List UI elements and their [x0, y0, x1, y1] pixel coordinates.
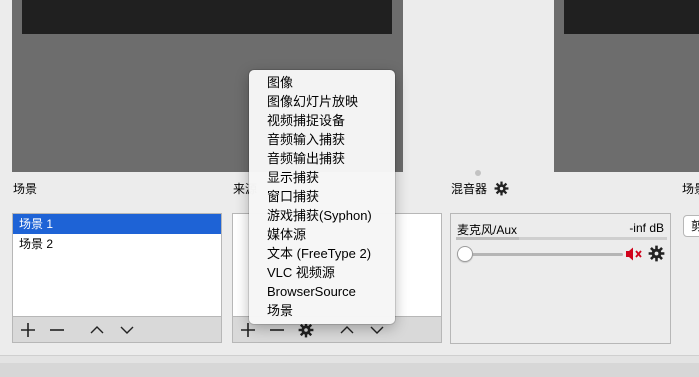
mixer-panel: 麦克风/Aux -inf dB	[450, 213, 671, 344]
program-source-region	[564, 0, 699, 34]
mixer-level-readout: -inf dB	[629, 221, 664, 235]
menu-item-video-capture-device[interactable]: 视频捕捉设备	[249, 111, 395, 130]
volume-slider-track[interactable]	[463, 253, 623, 256]
mixer-channel-gear-icon[interactable]	[648, 245, 665, 265]
menu-item-vlc-video-source[interactable]: VLC 视频源	[249, 263, 395, 282]
menu-item-audio-output-capture[interactable]: 音频输出捕获	[249, 149, 395, 168]
menu-item-display-capture[interactable]: 显示捕获	[249, 168, 395, 187]
move-scene-down-chevron-icon[interactable]	[117, 320, 137, 340]
splitter-handle[interactable]	[475, 170, 481, 176]
menu-item-scene[interactable]: 场景	[249, 301, 395, 320]
scenes-dock-title: 场景	[13, 182, 38, 196]
mixer-dock-title: 混音器	[451, 180, 509, 199]
add-source-menu: 图像 图像幻灯片放映 视频捕捉设备 音频输入捕获 音频输出捕获 显示捕获 窗口捕…	[249, 70, 395, 324]
menu-item-media-source[interactable]: 媒体源	[249, 225, 395, 244]
mixer-channel-name: 麦克风/Aux	[457, 223, 518, 237]
menu-item-image[interactable]: 图像	[249, 73, 395, 92]
transitions-dock-title: 场景	[682, 182, 699, 196]
menu-item-image-slideshow[interactable]: 图像幻灯片放映	[249, 92, 395, 111]
transition-button[interactable]: 剪	[683, 215, 699, 237]
menu-item-text-freetype[interactable]: 文本 (FreeType 2)	[249, 244, 395, 263]
add-scene-plus-icon[interactable]	[18, 320, 38, 340]
status-bar-bottom	[0, 363, 699, 377]
menu-item-browser-source[interactable]: BrowserSource	[249, 282, 395, 301]
mixer-title-label: 混音器	[451, 182, 488, 196]
mixer-settings-gear-icon[interactable]	[494, 181, 509, 199]
scene-item[interactable]: 场景 1	[13, 214, 221, 234]
scene-item[interactable]: 场景 2	[13, 234, 221, 254]
scenes-toolbar	[12, 317, 222, 343]
scenes-list[interactable]: 场景 1 场景 2	[12, 213, 222, 317]
muted-speaker-icon[interactable]	[625, 246, 643, 265]
preview-source-region	[22, 0, 392, 34]
move-scene-up-chevron-icon[interactable]	[87, 320, 107, 340]
menu-item-game-capture[interactable]: 游戏捕获(Syphon)	[249, 206, 395, 225]
menu-item-audio-input-capture[interactable]: 音频输入捕获	[249, 130, 395, 149]
remove-scene-minus-icon[interactable]	[47, 320, 67, 340]
volume-meter	[456, 237, 667, 240]
volume-slider-thumb[interactable]	[457, 246, 473, 262]
menu-item-window-capture[interactable]: 窗口捕获	[249, 187, 395, 206]
